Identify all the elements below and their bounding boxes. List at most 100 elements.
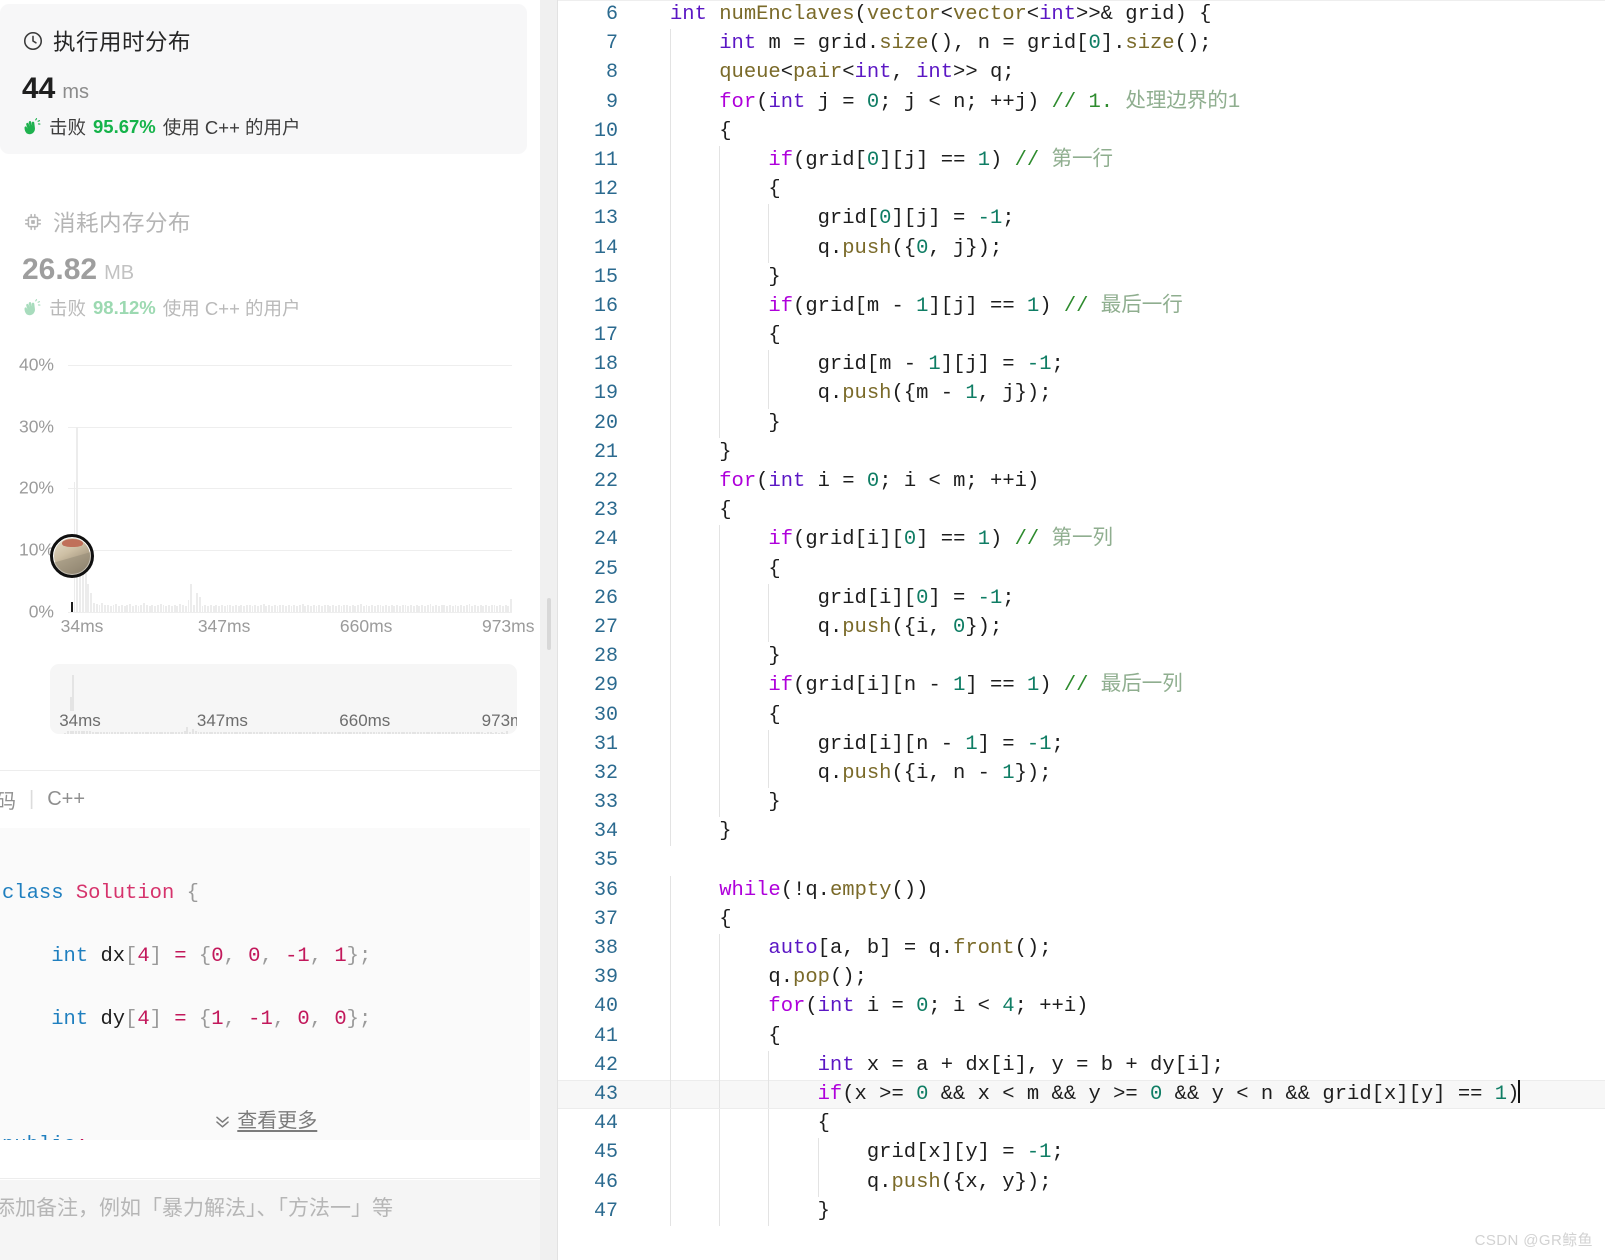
line-content: int x = a + dx[i], y = b + dy[i]; <box>817 1053 1224 1077</box>
histogram-bar <box>271 605 273 612</box>
editor-line[interactable]: 29 if(grid[i][n - 1] == 1) // 最后一列 <box>558 671 1605 701</box>
editor-line[interactable]: 40 for(int i = 0; i < 4; ++i) <box>558 992 1605 1022</box>
histogram-bar <box>321 605 323 612</box>
resize-grip-handle[interactable] <box>546 598 551 650</box>
editor-line[interactable]: 46 q.push({x, y}); <box>558 1167 1605 1197</box>
runtime-beat-prefix: 击败 <box>49 117 87 138</box>
line-number: 13 <box>593 207 618 231</box>
histogram-bar <box>421 604 424 612</box>
editor-line[interactable]: 44 { <box>558 1109 1605 1139</box>
editor-line[interactable]: 13 grid[0][j] = -1; <box>558 204 1605 234</box>
histogram-bar <box>507 605 510 612</box>
line-content: for(int i = 0; i < 4; ++i) <box>768 995 1089 1019</box>
memory-beat-suffix: 使用 C++ 的用户 <box>162 298 301 319</box>
editor-line[interactable]: 18 grid[m - 1][j] = -1; <box>558 350 1605 380</box>
histogram-bar <box>195 592 198 612</box>
histogram-bar <box>109 605 112 612</box>
editor-line[interactable]: 16 if(grid[m - 1][j] == 1) // 最后一行 <box>558 291 1605 322</box>
histogram-y-tick: 40% <box>18 354 54 375</box>
histogram-bar <box>279 605 282 612</box>
histogram-x-tick: 347ms <box>197 616 251 636</box>
editor-line[interactable]: 41 { <box>558 1021 1605 1051</box>
editor-line[interactable]: 24 if(grid[i][0] == 1) // 第一列 <box>558 525 1605 555</box>
histogram-bar <box>95 603 98 612</box>
runtime-histogram[interactable]: 0% 10% 20% 30% 40% 34ms 347ms 660ms 973ms <box>0 340 540 660</box>
line-number: 46 <box>593 1170 618 1194</box>
histogram-bar <box>443 605 446 612</box>
editor-line[interactable]: 8 queue<pair<int, int>> q; <box>558 58 1605 88</box>
code-language-label[interactable]: C++ <box>47 788 85 811</box>
editor-line[interactable]: 26 grid[i][0] = -1; <box>558 583 1605 613</box>
editor-line[interactable]: 42 int x = a + dx[i], y = b + dy[i]; <box>558 1050 1605 1080</box>
editor-line[interactable]: 33 } <box>558 788 1605 818</box>
editor-line[interactable]: 35 <box>558 846 1605 875</box>
editor-line[interactable]: 25 { <box>558 554 1605 584</box>
editor-line[interactable]: 17 { <box>558 321 1605 351</box>
histogram-bar <box>373 605 376 612</box>
histogram-bar <box>134 605 137 612</box>
editor-line[interactable]: 22 for(int i = 0; i < m; ++i) <box>558 467 1605 497</box>
line-number: 25 <box>593 557 618 581</box>
histogram-y-tick: 10% <box>18 539 54 560</box>
editor-line[interactable]: 10 { <box>558 116 1605 146</box>
editor-line[interactable]: 12 { <box>558 175 1605 205</box>
editor-line[interactable]: 23 { <box>558 496 1605 526</box>
editor-line[interactable]: 43 if(x >= 0 && x < m && y >= 0 && y < n… <box>558 1079 1605 1110</box>
editor-line[interactable]: 28 } <box>558 642 1605 672</box>
histogram-bar <box>140 604 143 612</box>
clap-icon <box>22 117 42 137</box>
view-more-button[interactable]: 查看更多 <box>0 1104 530 1133</box>
editor-line[interactable]: 31 grid[i][n - 1] = -1; <box>558 729 1605 759</box>
runtime-metric: 44 ms <box>0 57 527 106</box>
editor-line[interactable]: 38 auto[a, b] = q.front(); <box>558 934 1605 964</box>
minimap-x-tick: 660ms <box>337 711 393 731</box>
histogram-bar <box>307 605 310 612</box>
histogram-bar <box>76 426 79 612</box>
editor-line[interactable]: 11 if(grid[0][j] == 1) // 第一行 <box>558 145 1605 176</box>
editor-line[interactable]: 27 q.push({i, 0}); <box>558 612 1605 643</box>
histogram-bar <box>298 605 301 612</box>
editor-line[interactable]: 30 { <box>558 700 1605 730</box>
editor-line[interactable]: 47 } <box>558 1196 1605 1226</box>
code-panel-separator: | <box>29 787 35 810</box>
histogram-bar <box>284 605 287 612</box>
line-content: if(grid[i][n - 1] == 1) // 最后一列 <box>768 674 1183 698</box>
editor-line[interactable]: 34 } <box>558 817 1605 847</box>
histogram-bar <box>351 604 354 612</box>
panel-resize-divider[interactable] <box>540 0 558 1260</box>
editor-line[interactable]: 32 q.push({i, n - 1}); <box>558 758 1605 789</box>
editor-line[interactable]: 7 int m = grid.size(), n = grid[0].size(… <box>558 29 1605 59</box>
histogram-bar <box>496 605 499 612</box>
editor-line[interactable]: 19 q.push({m - 1, j}); <box>558 379 1605 409</box>
histogram-bar <box>490 604 493 612</box>
editor-line[interactable]: 37 { <box>558 904 1605 934</box>
histogram-bar <box>476 605 479 612</box>
histogram-minimap[interactable]: 34ms 347ms 660ms 973ms <box>50 664 517 734</box>
line-number: 39 <box>593 966 618 990</box>
memory-distribution-card[interactable]: 消耗内存分布 26.82 MB 击败 98.12% 使用 C++ 的用户 <box>0 185 527 321</box>
editor-line[interactable]: 21 } <box>558 437 1605 467</box>
histogram-bar <box>223 605 226 612</box>
editor-line[interactable]: 15 } <box>558 262 1605 292</box>
code-editor[interactable]: 6 int numEnclaves(vector<vector<int>>& gr… <box>558 0 1605 1260</box>
editor-line[interactable]: 45 grid[x][y] = -1; <box>558 1138 1605 1168</box>
line-content: q.push({m - 1, j}); <box>817 382 1052 406</box>
editor-line[interactable]: 14 q.push({0, j}); <box>558 233 1605 263</box>
user-avatar-marker[interactable] <box>50 534 95 579</box>
code-preview[interactable]: class Solution { int dx[4] = {0, 0, -1, … <box>0 828 530 1140</box>
runtime-value: 44 <box>22 72 56 105</box>
editor-line[interactable]: 9 for(int j = 0; j < n; ++j) // 1. 处理边界的… <box>558 87 1605 117</box>
histogram-bar <box>187 599 190 612</box>
histogram-bar <box>218 605 221 612</box>
editor-line[interactable]: 6 int numEnclaves(vector<vector<int>>& gr… <box>558 0 1605 29</box>
editor-line[interactable]: 39 q.pop(); <box>558 963 1605 993</box>
histogram-bar <box>145 605 148 612</box>
editor-line[interactable]: 36 while(!q.empty()) <box>558 875 1605 905</box>
histogram-bar <box>148 605 151 612</box>
minimap-x-tick: 34ms <box>57 711 103 731</box>
histogram-bar <box>398 605 401 612</box>
runtime-distribution-card[interactable]: 执行用时分布 44 ms 击败 95.67% 使用 C++ 的用户 <box>0 4 527 154</box>
editor-line[interactable]: 20 } <box>558 408 1605 438</box>
line-content: } <box>768 791 781 815</box>
histogram-bar <box>376 605 379 612</box>
